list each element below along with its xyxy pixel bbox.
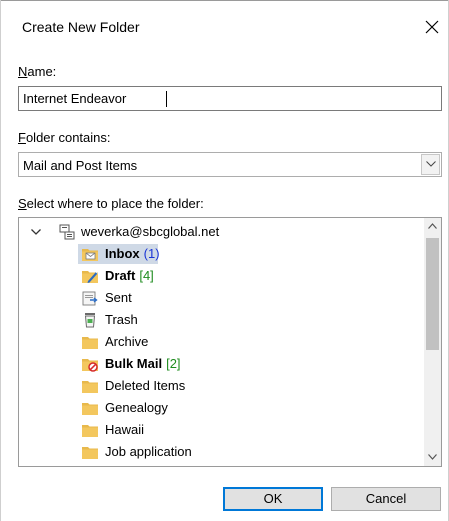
- folder-row[interactable]: Inbox (1): [19, 243, 419, 265]
- dialog-title: Create New Folder: [22, 19, 140, 35]
- folder-icon: [81, 333, 99, 351]
- folder-name: Inbox: [105, 246, 140, 261]
- placement-label: Select where to place the folder:: [18, 196, 204, 211]
- folder-name: Job application: [105, 444, 192, 459]
- folder-row[interactable]: Deleted Items: [19, 375, 419, 397]
- junk-folder-icon: [81, 355, 99, 373]
- folder-icon: [81, 377, 99, 395]
- inbox-folder-icon: [81, 245, 99, 263]
- folder-label: Inbox (1): [105, 243, 160, 265]
- folder-label: Bulk Mail [2]: [105, 353, 181, 375]
- folder-name: Deleted Items: [105, 378, 186, 393]
- account-name: weverka@sbcglobal.net: [81, 224, 220, 239]
- dropdown-button[interactable]: [421, 154, 440, 175]
- folder-name: Trash: [105, 312, 138, 327]
- create-new-folder-dialog: Create New Folder Name: Folder contains:…: [0, 0, 449, 521]
- folder-icon: [81, 421, 99, 439]
- unread-count: [4]: [139, 268, 154, 283]
- name-label-text: ame:: [27, 64, 57, 79]
- folder-contains-select[interactable]: Mail and Post Items: [18, 152, 442, 177]
- name-label: Name:: [18, 64, 56, 79]
- chevron-down-icon: [428, 454, 437, 460]
- folder-row[interactable]: Sent: [19, 287, 419, 309]
- folder-row[interactable]: Bulk Mail [2]: [19, 353, 419, 375]
- folder-contains-value: Mail and Post Items: [23, 158, 138, 173]
- folder-tree[interactable]: weverka@sbcglobal.net Inbox (1) Draft [4] Se…: [18, 217, 442, 467]
- drafts-folder-icon: [81, 267, 99, 285]
- folder-row[interactable]: Hawaii: [19, 419, 419, 441]
- folder-icon: [81, 399, 99, 417]
- name-field[interactable]: [19, 87, 441, 110]
- account-icon: [59, 224, 75, 240]
- unread-count: [2]: [166, 356, 181, 371]
- ok-button[interactable]: OK: [223, 487, 323, 511]
- close-icon: [425, 20, 439, 34]
- tree-account-row[interactable]: weverka@sbcglobal.net: [19, 221, 419, 243]
- expand-chevron-icon[interactable]: [31, 229, 41, 235]
- vertical-scrollbar[interactable]: [424, 218, 441, 466]
- folder-row[interactable]: Draft [4]: [19, 265, 419, 287]
- unread-count: (1): [143, 246, 160, 261]
- trash-icon: [81, 311, 99, 329]
- chevron-down-icon: [426, 161, 436, 167]
- placement-label-hotkey: S: [18, 196, 27, 211]
- dialog-left-border: [0, 0, 1, 521]
- sent-folder-icon: [81, 289, 99, 307]
- folder-contains-label: Folder contains:: [18, 130, 111, 145]
- folder-name: Hawaii: [105, 422, 145, 437]
- placement-label-text: elect where to place the folder:: [26, 196, 204, 211]
- scroll-up-button[interactable]: [424, 218, 441, 235]
- folder-row[interactable]: Trash: [19, 309, 419, 331]
- folder-name: Sent: [105, 290, 132, 305]
- folder-icon: [81, 443, 99, 461]
- folder-contains-label-text: older contains:: [25, 130, 111, 145]
- folder-row[interactable]: Job application: [19, 441, 419, 463]
- folder-label: Draft [4]: [105, 265, 154, 287]
- folder-name: Draft: [105, 268, 136, 283]
- scrollbar-thumb[interactable]: [426, 238, 439, 350]
- name-field-box: [18, 86, 442, 111]
- folder-name: Archive: [105, 334, 149, 349]
- close-button[interactable]: [417, 12, 447, 40]
- folder-contains-label-hotkey: F: [18, 130, 26, 145]
- name-label-hotkey: N: [18, 64, 28, 79]
- chevron-up-icon: [428, 223, 437, 229]
- folder-row[interactable]: Genealogy: [19, 397, 419, 419]
- folder-row[interactable]: Archive: [19, 331, 419, 353]
- dialog-top-border: [0, 0, 449, 1]
- scroll-down-button[interactable]: [424, 449, 441, 466]
- text-caret: [166, 91, 167, 107]
- folder-name: Genealogy: [105, 400, 168, 415]
- folder-name: Bulk Mail: [105, 356, 163, 371]
- cancel-button[interactable]: Cancel: [331, 487, 441, 511]
